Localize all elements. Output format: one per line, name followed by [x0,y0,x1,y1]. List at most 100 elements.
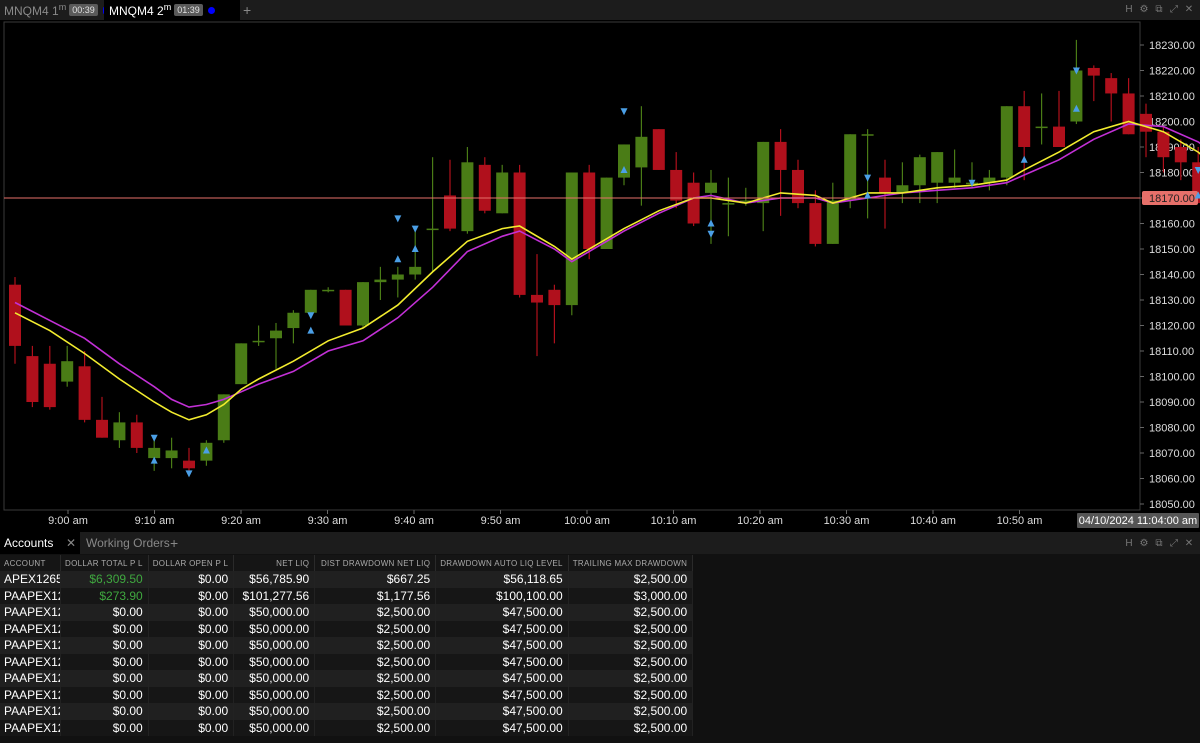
candle-body [304,289,317,313]
chart-tab-mnqm4-2m[interactable]: MNQM4 2m 01:39 [104,0,240,20]
table-cell: $6,309.50 [60,571,149,588]
candle-body [148,447,161,459]
table-cell: $0.00 [148,653,235,670]
table-cell: $0.00 [148,571,235,588]
add-tab-button[interactable]: + [243,2,251,18]
time-axis-label: 9:40 am [394,515,434,527]
column-header[interactable]: NET LIQ [233,555,316,571]
candle-body [1053,126,1065,147]
time-axis-label: 10:30 am [824,515,870,527]
table-row[interactable]: PAAPEX12 $273.90 $0.00 $101,277.56 $1,177.56… [0,587,694,604]
table-cell: $47,500.00 [435,670,569,687]
candle-body [1122,93,1135,135]
sell-arrow-marker [307,312,315,320]
popout-icon[interactable]: ⧉ [1154,538,1164,549]
table-row[interactable]: PAAPEX12 $0.00 $0.00 $50,000.00 $2,500.00 $47… [0,686,694,703]
sell-arrow-marker [150,434,158,442]
candle-body [1174,147,1187,163]
chart-tab-bar: MNQM4 1m 00:39 MNQM4 2m 01:39 + H ⚙ ⧉ ⤢ … [0,0,1200,20]
close-icon[interactable]: ✕ [1184,4,1194,15]
candle-body [409,266,422,275]
candle-body [565,172,578,306]
hotkey-icon[interactable]: H [1124,4,1134,15]
column-header[interactable]: DIST DRAWDOWN NET LIQ [314,555,437,571]
candle-body [913,157,926,186]
candle-body [461,162,474,232]
settings-icon[interactable]: ⚙ [1139,538,1149,549]
candle-body [861,134,874,136]
table-cell: $0.00 [148,703,235,720]
candlestick-chart-svg[interactable]: 18230.0018220.0018210.0018200.0018190.00… [0,20,1200,532]
candle-body [1105,78,1118,94]
time-axis-label: 10:50 am [997,515,1043,527]
table-row[interactable]: PAAPEX12 $0.00 $0.00 $50,000.00 $2,500.00 $47… [0,620,694,637]
column-header[interactable]: DRAWDOWN AUTO LIQ LEVEL [435,555,569,571]
tab-title: MNQM4 1m [4,2,67,18]
candle-body [78,366,91,420]
table-cell: $2,500.00 [568,719,694,736]
table-cell: PAAPEX12 [0,637,61,654]
price-axis-label: 18090.00 [1149,397,1195,409]
table-row[interactable]: PAAPEX12 $0.00 $0.00 $50,000.00 $2,500.00 $47… [0,670,694,687]
cursor-time-label: 04/10/2024 11:04:00 am [1079,515,1197,527]
sell-arrow-marker [864,174,872,182]
column-header[interactable]: DOLLAR TOTAL P L [60,555,149,571]
popout-icon[interactable]: ⧉ [1154,4,1164,15]
candle-body [43,363,56,408]
candle-body [374,279,387,283]
candle-body [496,172,509,214]
candle-body [61,361,74,382]
candle-body [183,460,195,469]
accounts-panel: Accounts ✕ Working Orders + H ⚙ ⧉ ⤢ ✕ AC… [0,532,1200,743]
table-cell: PAAPEX12 [0,686,61,703]
price-axis-label: 18140.00 [1149,270,1195,282]
candle-body [391,274,404,280]
table-cell: $50,000.00 [233,670,316,687]
add-panel-tab-button[interactable]: + [170,532,178,554]
buy-arrow-marker [1020,155,1028,163]
candle-body [931,152,944,183]
price-chart[interactable]: 18230.00 18220.00 18210.00 18200.00 18190.00… [0,20,1200,532]
table-cell: $0.00 [60,604,149,621]
time-axis-label: 10:10 am [651,515,697,527]
table-cell: $0.00 [60,686,149,703]
price-axis-label: 18210.00 [1149,91,1195,103]
column-header[interactable]: ACCOUNT [0,555,61,571]
table-cell: $50,000.00 [233,637,316,654]
candle-body [322,289,335,292]
table-cell: $2,500.00 [568,670,694,687]
price-line-label: 18170.00 [1149,193,1195,205]
candle-body [165,450,178,459]
candle-body [444,195,456,229]
table-row[interactable]: PAAPEX12 $0.00 $0.00 $50,000.00 $2,500.00 $47… [0,637,694,654]
sell-arrow-marker [620,108,628,116]
table-cell: $0.00 [148,604,235,621]
table-cell: $50,000.00 [233,620,316,637]
close-tab-icon[interactable]: ✕ [66,532,76,554]
table-row[interactable]: PAAPEX12 $0.00 $0.00 $50,000.00 $2,500.00 $47… [0,653,694,670]
table-cell: PAAPEX12 [0,719,61,736]
close-icon[interactable]: ✕ [1184,538,1194,549]
table-cell: $2,500.00 [314,637,437,654]
candle-body [1157,131,1170,158]
table-row[interactable]: APEX1265 $6,309.50 $0.00 $56,785.90 $667.25 $… [0,571,694,588]
table-cell: PAAPEX12 [0,670,61,687]
column-header[interactable]: TRAILING MAX DRAWDOWN [568,555,694,571]
settings-icon[interactable]: ⚙ [1139,4,1149,15]
tab-working-orders[interactable]: Working Orders [86,532,170,554]
candle-body [1140,113,1152,132]
column-header[interactable]: DOLLAR OPEN P L [148,555,235,571]
table-row[interactable]: PAAPEX12 $0.00 $0.00 $50,000.00 $2,500.00 $47… [0,604,694,621]
table-cell: $0.00 [60,719,149,736]
hotkey-icon[interactable]: H [1124,538,1134,549]
maximize-icon[interactable]: ⤢ [1169,538,1179,549]
maximize-icon[interactable]: ⤢ [1169,4,1179,15]
chart-tab-mnqm4-1m[interactable]: MNQM4 1m 00:39 [0,0,104,20]
sell-arrow-marker [707,230,715,238]
table-row[interactable]: PAAPEX12 $0.00 $0.00 $50,000.00 $2,500.00 $47… [0,719,694,736]
table-cell: $47,500.00 [435,620,569,637]
table-row[interactable]: PAAPEX12 $0.00 $0.00 $50,000.00 $2,500.00 $47… [0,703,694,720]
table-cell: $2,500.00 [314,604,437,621]
table-cell: $0.00 [148,670,235,687]
tab-accounts[interactable]: Accounts ✕ [0,532,80,554]
